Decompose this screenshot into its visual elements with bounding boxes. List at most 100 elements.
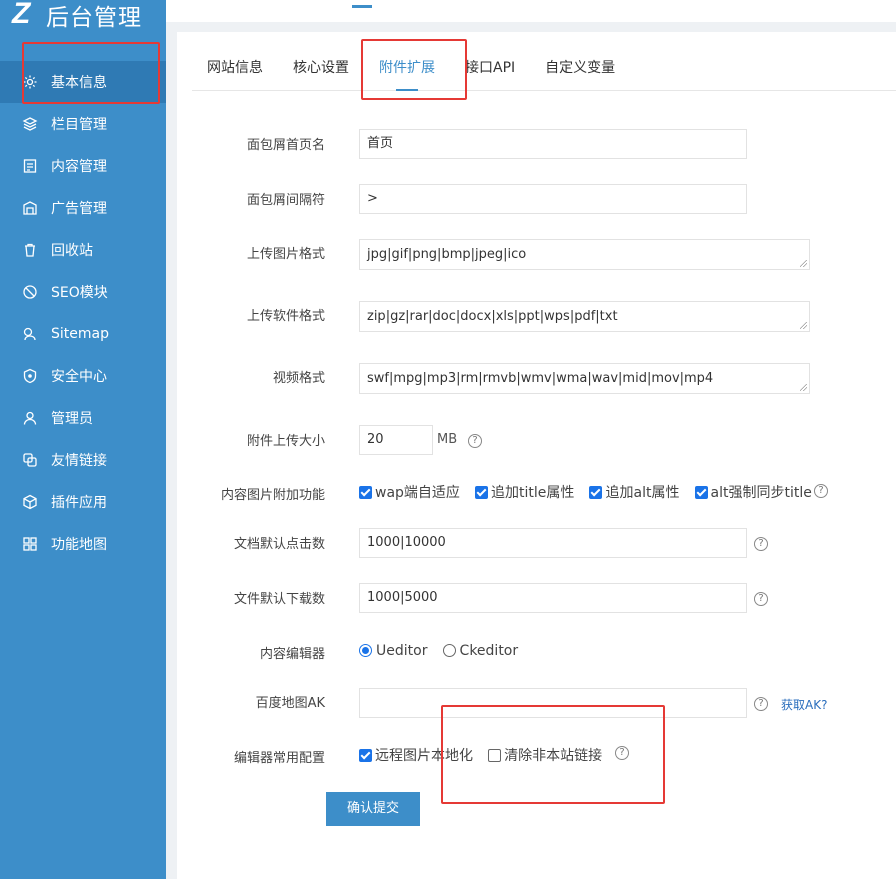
checkbox-alt-sync-title[interactable]: alt强制同步title [694,482,812,502]
top-bar [166,0,896,22]
help-icon[interactable]: ? [754,537,768,551]
row-video-formats: 视频格式 swf|mpg|mp3|rm|rmvb|wmv|wma|wav|mid… [177,363,896,395]
highlight-box-sidebar [22,42,160,104]
option-label: Ckeditor [459,643,519,659]
sidebar-item-plugins[interactable]: 插件应用 [0,481,166,523]
checkbox-checked-icon [475,486,489,499]
row-breadcrumb-sep: 面包屑间隔符 > [177,184,896,216]
help-icon[interactable]: ? [754,697,768,711]
sidebar-item-label: 功能地图 [51,537,107,553]
sidebar-item-content[interactable]: 内容管理 [0,145,166,187]
video-formats-textarea[interactable]: swf|mpg|mp3|rm|rmvb|wmv|wma|wav|mid|mov|… [359,363,810,394]
help-icon[interactable]: ? [814,484,828,498]
row-soft-formats: 上传软件格式 zip|gz|rar|doc|docx|xls|ppt|wps|p… [177,301,896,333]
help-icon[interactable]: ? [754,592,768,606]
highlight-box-editor-config [441,705,665,804]
layers-icon [22,116,38,132]
cube-icon [22,494,38,510]
checkbox-wap-adaptive[interactable]: wap端自适应 [359,482,460,502]
breadcrumb-home-input[interactable]: 首页 [359,129,747,159]
sidebar-item-columns[interactable]: 栏目管理 [0,103,166,145]
radio-selected-icon [359,644,372,657]
sidebar-item-recycle[interactable]: 回收站 [0,229,166,271]
sidebar-item-admins[interactable]: 管理员 [0,397,166,439]
tab-custom-vars[interactable]: 自定义变量 [530,32,630,91]
sidebar-item-label: 安全中心 [51,369,107,385]
sidebar-item-security[interactable]: 安全中心 [0,355,166,397]
tab-site-info[interactable]: 网站信息 [192,32,278,91]
menu-toggle-icon[interactable] [352,5,372,8]
video-formats-label: 视频格式 [272,371,325,386]
trash-icon [22,242,38,258]
checkbox-checked-icon [589,486,603,499]
sidebar-item-label: 插件应用 [51,495,107,511]
option-label: 追加title属性 [491,485,575,501]
checkbox-checked-icon [359,749,372,762]
breadcrumb-sep-input[interactable]: > [359,184,747,214]
logo: Z 后台管理 [12,0,142,31]
checkbox-checked-icon [694,486,708,499]
sidebar-item-sitemap[interactable]: Sitemap [0,313,166,355]
upload-size-label: 附件上传大小 [246,434,325,449]
default-clicks-label: 文档默认点击数 [233,537,325,552]
option-label: 追加alt属性 [605,485,680,501]
help-icon[interactable]: ? [468,434,482,448]
sidebar-nav: 基本信息 栏目管理 内容管理 广告管理 回收站 SEO模块 Sitemap 安全… [0,61,166,565]
checkbox-append-title[interactable]: 追加title属性 [475,482,574,502]
grid-icon [22,536,38,552]
sidebar-item-label: SEO模块 [51,285,108,301]
option-label: Ueditor [376,643,428,659]
sidebar-item-seo[interactable]: SEO模块 [0,271,166,313]
highlight-box-tab [361,39,467,100]
default-clicks-input[interactable]: 1000|10000 [359,528,747,558]
row-breadcrumb-home: 面包屑首页名 首页 [177,129,896,161]
upload-size-unit: MB [437,432,458,447]
img-formats-label: 上传图片格式 [246,247,325,262]
sidebar-item-label: 内容管理 [51,159,107,175]
sidebar: Z 后台管理 基本信息 栏目管理 内容管理 广告管理 回收站 SEO模块 Sit… [0,0,166,879]
tab-bar: 网站信息 核心设置 附件扩展 接口API 自定义变量 [192,32,896,91]
soft-formats-label: 上传软件格式 [246,309,325,324]
document-icon [22,158,38,174]
option-label: alt强制同步title [710,485,812,501]
option-label: wap端自适应 [375,485,460,501]
radio-ueditor[interactable]: Ueditor [359,643,427,659]
img-formats-textarea[interactable]: jpg|gif|png|bmp|jpeg|ico [359,239,810,270]
sidebar-item-label: Sitemap [51,326,109,342]
link-icon [22,452,38,468]
radio-unselected-icon [442,644,456,657]
logo-mark: Z [12,0,31,30]
soft-formats-textarea[interactable]: zip|gz|rar|doc|docx|xls|ppt|wps|pdf|txt [359,301,810,332]
sidebar-item-label: 广告管理 [51,201,107,217]
submit-button[interactable]: 确认提交 [326,792,420,826]
baidu-ak-label: 百度地图AK [255,696,325,711]
row-default-downloads: 文件默认下载数 1000|5000 ? [177,583,896,615]
row-editor: 内容编辑器 Ueditor Ckeditor [177,640,896,662]
sidebar-item-label: 栏目管理 [51,117,107,133]
sidebar-item-function-map[interactable]: 功能地图 [0,523,166,565]
row-default-clicks: 文档默认点击数 1000|10000 ? [177,528,896,560]
editor-label: 内容编辑器 [259,647,325,662]
editor-options: Ueditor Ckeditor [359,640,528,659]
breadcrumb-sep-label: 面包屑间隔符 [246,193,325,208]
radio-ckeditor[interactable]: Ckeditor [442,643,519,659]
get-ak-link[interactable]: 获取AK? [781,696,827,713]
default-downloads-label: 文件默认下载数 [233,592,325,607]
sidebar-item-label: 管理员 [51,411,93,427]
sitemap-icon [22,326,38,342]
checkbox-append-alt[interactable]: 追加alt属性 [589,482,679,502]
sidebar-item-links[interactable]: 友情链接 [0,439,166,481]
checkbox-checked-icon [359,486,372,499]
ad-icon [22,200,38,216]
sidebar-item-ads[interactable]: 广告管理 [0,187,166,229]
img-features-label: 内容图片附加功能 [220,488,325,503]
tab-core-settings[interactable]: 核心设置 [278,32,364,91]
app-title: 后台管理 [46,5,142,31]
breadcrumb-home-label: 面包屑首页名 [246,138,325,153]
seo-icon [22,284,38,300]
row-upload-size: 附件上传大小 20 MB ? [177,425,896,457]
sidebar-item-label: 友情链接 [51,453,107,469]
default-downloads-input[interactable]: 1000|5000 [359,583,747,613]
row-img-features: 内容图片附加功能 wap端自适应 追加title属性 追加alt属性 alt强制… [177,482,896,504]
upload-size-input[interactable]: 20 [359,425,433,455]
